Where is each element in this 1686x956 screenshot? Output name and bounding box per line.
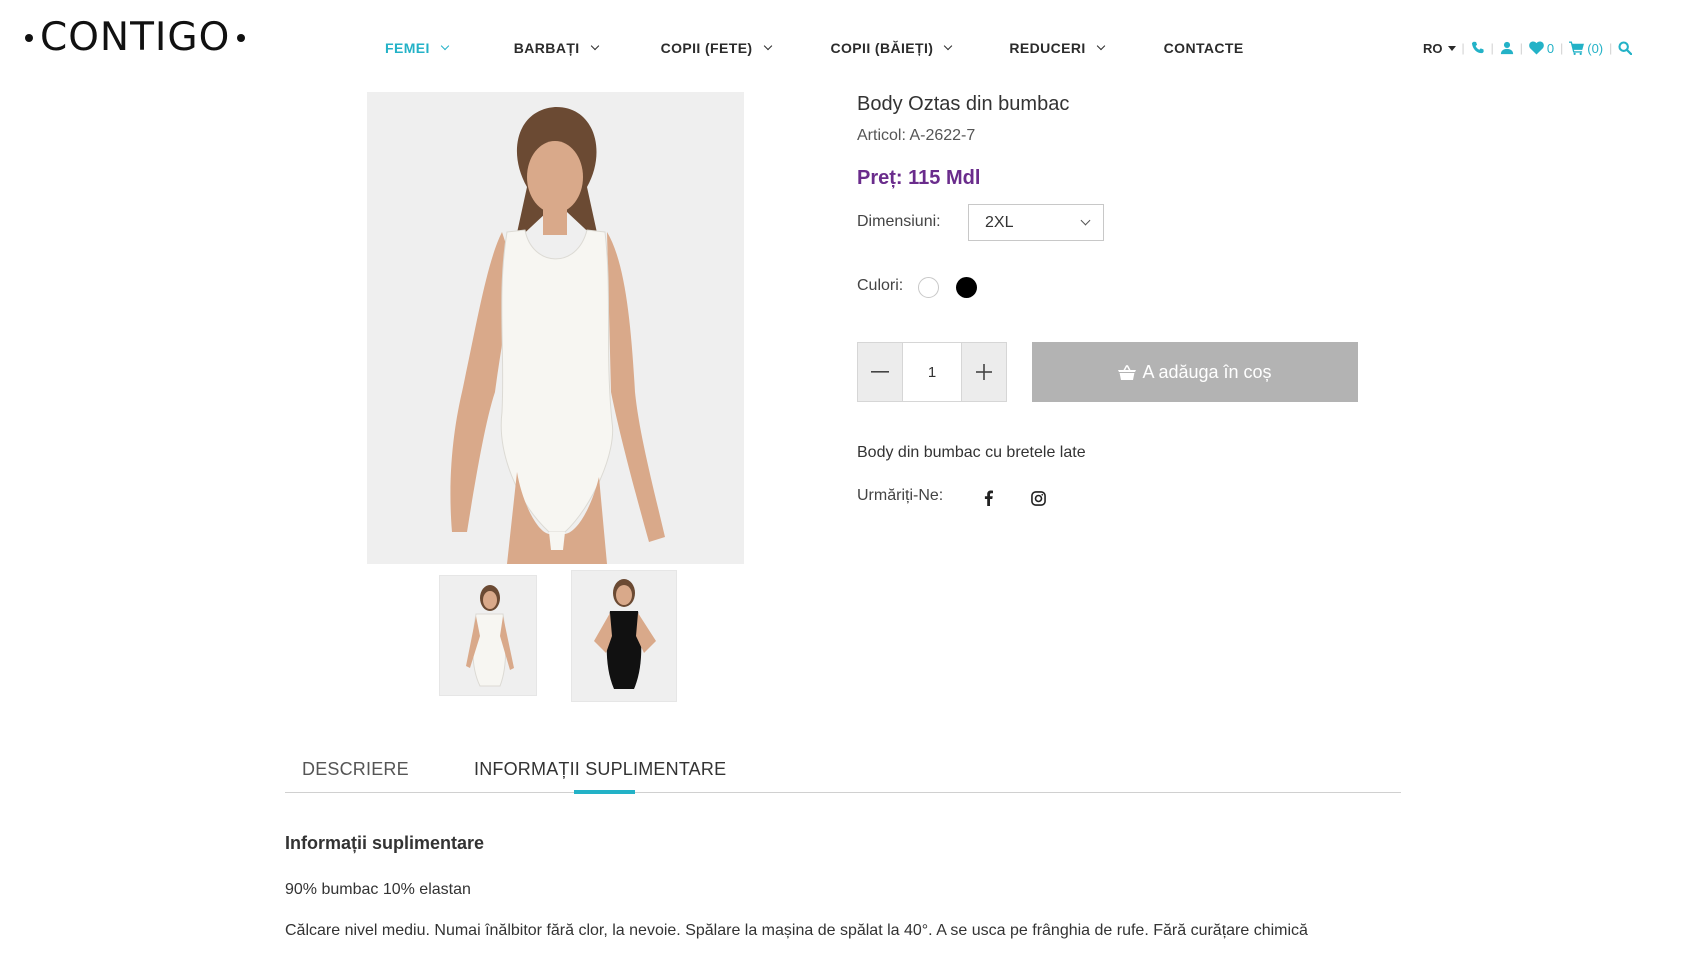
nav-item-copii-fete[interactable]: COPII (FETE) [660, 36, 772, 60]
model-white-body-thumb [440, 576, 536, 695]
main-nav: FEMEI BARBAȚI COPII (FETE) COPII (BĂIEȚI… [385, 36, 1244, 60]
nav-item-femei[interactable]: FEMEI [385, 36, 450, 60]
wishlist-count: 0 [1546, 40, 1555, 56]
nav-label: BARBAȚI [513, 40, 580, 56]
instagram-link[interactable] [1029, 489, 1047, 507]
active-tab-indicator [574, 790, 635, 794]
quantity-stepper: 1 [857, 342, 1007, 402]
model-white-body-illustration [367, 92, 744, 564]
composition-text: 90% bumbac 10% elastan [285, 881, 471, 898]
plus-icon [976, 364, 992, 380]
chevron-down-icon [440, 41, 450, 51]
nav-item-reduceri[interactable]: REDUCERI [1009, 36, 1105, 60]
facebook-link[interactable] [979, 489, 997, 507]
follow-us-label: Urmăriți-Ne: [857, 487, 944, 504]
instagram-icon [1030, 490, 1046, 506]
tab-descriere[interactable]: DESCRIERE [302, 759, 409, 780]
nav-label: REDUCERI [1009, 40, 1086, 56]
nav-label: COPII (BĂIEȚI) [830, 40, 934, 56]
brand-name: CONTIGO [40, 15, 231, 60]
divider: | [1519, 41, 1523, 55]
care-instructions-text: Călcare nivel mediu. Numai înălbitor făr… [285, 922, 1308, 939]
nav-label: COPII (FETE) [660, 40, 753, 56]
product-title: Body Oztas din bumbac [857, 93, 1070, 115]
cart-count: (0) [1587, 40, 1604, 56]
logo-dot-left [25, 34, 33, 42]
logo-dot-right [237, 34, 246, 42]
size-select[interactable]: 2XL [968, 204, 1104, 241]
language-selector[interactable]: RO [1423, 41, 1456, 56]
wishlist-button[interactable]: 0 [1529, 41, 1554, 56]
search-icon [1618, 41, 1633, 55]
product-tabs: DESCRIERE INFORMAȚII SUPLIMENTARE [285, 754, 1401, 794]
size-selected-value: 2XL [985, 213, 1014, 231]
add-to-cart-button[interactable]: A adăuga în coș [1032, 342, 1358, 402]
cart-button[interactable]: (0) [1569, 41, 1603, 56]
chevron-down-icon [590, 41, 599, 51]
phone-button[interactable] [1471, 41, 1485, 55]
decrease-quantity-button[interactable] [857, 342, 903, 402]
user-icon [1500, 41, 1513, 55]
divider: | [1461, 41, 1465, 55]
add-to-cart-label: A adăuga în coș [1142, 361, 1272, 382]
product-thumbnail-white[interactable] [439, 575, 537, 696]
phone-icon [1471, 41, 1484, 54]
chevron-down-icon [763, 41, 772, 51]
product-short-description: Body din bumbac cu bretele late [857, 444, 1086, 461]
caret-down-icon [1447, 45, 1456, 51]
product-thumbnail-black[interactable] [571, 570, 677, 702]
divider: | [1490, 41, 1494, 55]
chevron-down-icon [1096, 41, 1105, 51]
increase-quantity-button[interactable] [961, 342, 1007, 402]
minus-icon [871, 371, 889, 373]
heart-icon [1529, 41, 1544, 55]
nav-item-contacte[interactable]: CONTACTE [1164, 36, 1244, 60]
account-button[interactable] [1500, 41, 1514, 55]
product-sku: Articol: A-2622-7 [857, 127, 976, 144]
divider: | [1609, 41, 1613, 55]
shopping-basket-icon [1118, 365, 1137, 380]
color-swatch-white[interactable] [918, 277, 939, 298]
brand-logo[interactable]: CONTIGO [25, 15, 246, 60]
color-swatch-black[interactable] [956, 277, 977, 298]
cart-icon [1569, 41, 1585, 55]
divider: | [1560, 41, 1564, 55]
product-price: Preț: 115 Mdl [857, 167, 981, 189]
product-main-image[interactable] [367, 92, 744, 564]
chevron-down-icon [944, 41, 953, 51]
model-black-body-thumb [572, 571, 676, 701]
header-tools: RO | | | 0 | (0) | [1423, 36, 1633, 60]
quantity-input[interactable]: 1 [903, 342, 961, 402]
size-label: Dimensiuni: [857, 213, 941, 230]
search-button[interactable] [1618, 41, 1633, 55]
tab-informatii-suplimentare[interactable]: INFORMAȚII SUPLIMENTARE [474, 759, 726, 780]
facebook-icon [984, 490, 993, 506]
info-section-title: Informații suplimentare [285, 833, 485, 853]
colors-label: Culori: [857, 277, 904, 294]
nav-label: CONTACTE [1163, 40, 1244, 56]
nav-item-copii-baieti[interactable]: COPII (BĂIEȚI) [830, 36, 953, 60]
nav-label: FEMEI [385, 40, 430, 56]
language-label: RO [1423, 40, 1443, 56]
chevron-down-icon [1080, 215, 1091, 226]
nav-item-barbati[interactable]: BARBAȚI [513, 36, 599, 60]
